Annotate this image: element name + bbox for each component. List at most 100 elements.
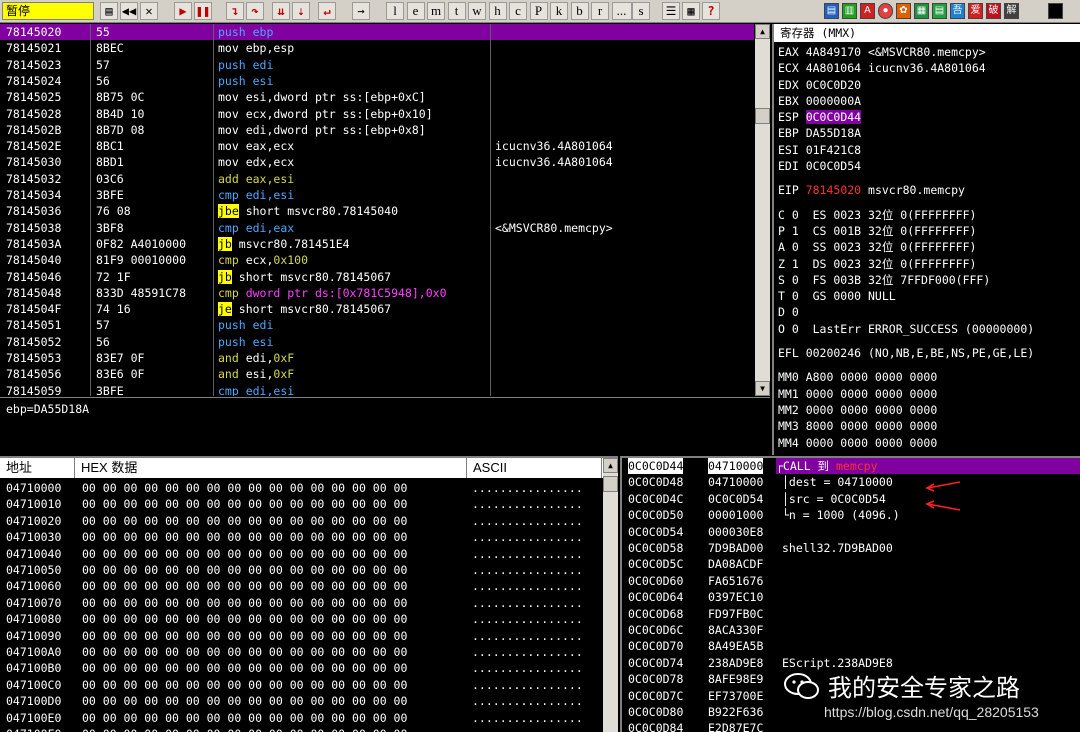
plugin-button-3[interactable]: 解 [1004,3,1019,19]
stack-row[interactable]: 0C0C0D5C DA08ACDF [622,556,1080,572]
stack-row[interactable]: 0C0C0D44 04710000 ┌CALL 到 memcpy [622,458,1080,475]
disasm-row[interactable]: 78145028 8B4D 10 mov ecx,dword ptr ss:[ebp… [0,106,754,122]
register-line[interactable]: T 0 GS 0000 NULL [778,288,1076,304]
register-line[interactable]: MM2 0000 0000 0000 0000 [778,402,1076,418]
disasm-row[interactable]: 78145048 833D 48591C78 cmp dword ptr ds:[0… [0,285,754,301]
register-line[interactable]: EBP DA55D18A [778,125,1076,141]
disassembly-pane[interactable]: 78145020 55 push ebp 78145021 8BEC mov ebp,es… [0,24,770,396]
scroll-up-icon[interactable]: ▲ [755,24,770,39]
close-icon[interactable]: ✕ [140,2,158,20]
disasm-row[interactable]: 78145021 8BEC mov ebp,esp [0,40,754,56]
trace-into-icon[interactable]: ⇊ [272,2,290,20]
stack-row[interactable]: 0C0C0D58 7D9BAD00 shell32.7D9BAD00 [622,540,1080,556]
disasm-row[interactable]: 7814502B 8B7D 08 mov edi,dword ptr ss:[ebp… [0,122,754,138]
pause-icon[interactable]: ❚❚ [194,2,212,20]
list-icon[interactable]: ☰ [662,2,680,20]
open-icon[interactable]: ▤ [100,2,118,20]
goto-icon[interactable]: → [352,2,370,20]
stack-row[interactable]: 0C0C0D54 000030E8 [622,524,1080,540]
plugin-button-2[interactable]: 破 [986,3,1001,19]
dump-header-ascii[interactable]: ASCII [467,458,602,478]
window-button-0[interactable]: l [386,2,404,20]
window-button-9[interactable]: b [570,2,589,20]
plugin-icon-2[interactable]: ▥ [842,3,857,19]
register-line[interactable] [778,199,1076,207]
window-button-7[interactable]: P [529,2,548,20]
register-line[interactable]: ECX 4A801064 icucnv36.4A801064 [778,60,1076,76]
plugin-icon-a[interactable]: A [860,3,875,19]
register-line[interactable]: EBX 0000000A [778,93,1076,109]
register-line[interactable] [778,337,1076,345]
run-icon[interactable]: ▶ [174,2,192,20]
register-line[interactable]: EAX 4A849170 <&MSVCR80.memcpy> [778,44,1076,60]
window-button-2[interactable]: m [427,2,445,20]
register-line[interactable]: O 0 LastErr ERROR_SUCCESS (00000000) [778,321,1076,337]
help-icon[interactable]: ? [702,2,720,20]
window-button-12[interactable]: s [632,2,650,20]
disasm-row[interactable]: 78145020 55 push ebp [0,24,754,41]
plugin-icon-gear[interactable]: ✿ [896,3,911,19]
scroll-thumb[interactable] [755,108,770,124]
register-line[interactable]: EFL 00200246 (NO,NB,E,BE,NS,PE,GE,LE) [778,345,1076,361]
register-line[interactable]: EDI 0C0C0D54 [778,158,1076,174]
disasm-row[interactable]: 78145023 57 push edi [0,57,754,73]
disasm-row[interactable]: 78145046 72 1F jb short msvcr80.78145067 [0,269,754,285]
disasm-row[interactable]: 78145030 8BD1 mov edx,ecx icucnv36.4A801064 [0,154,754,170]
scroll-thumb[interactable] [603,476,618,492]
plugin-icon-black[interactable] [1048,3,1063,19]
trace-over-icon[interactable]: ⇣ [292,2,310,20]
register-line[interactable]: ESP 0C0C0D44 [778,109,1076,125]
register-line[interactable]: EIP 78145020 msvcr80.memcpy [778,182,1076,198]
register-line[interactable]: S 0 FS 003B 32位 7FFDF000(FFF) [778,272,1076,288]
disasm-row[interactable]: 78145025 8B75 0C mov esi,dword ptr ss:[ebp… [0,89,754,105]
restart-icon[interactable]: ◀◀ [120,2,138,20]
disasm-row[interactable]: 78145024 56 push esi [0,73,754,89]
plugin-button-0[interactable]: 吾 [950,3,965,19]
plugin-icon-sheet[interactable]: ▤ [932,3,947,19]
plugin-icon-circle[interactable]: ● [878,3,893,19]
stack-row[interactable]: 0C0C0D50 00001000 └n = 1000 (4096.) [622,507,1080,523]
disasm-row[interactable]: 78145034 3BFE cmp edi,esi [0,187,754,203]
disasm-row[interactable]: 78145056 83E6 0F and esi,0xF [0,366,754,382]
register-line[interactable]: EDX 0C0C0D20 [778,77,1076,93]
register-line[interactable]: C 0 ES 0023 32位 0(FFFFFFFF) [778,207,1076,223]
plugin-icon-grid[interactable]: ▦ [914,3,929,19]
window-button-5[interactable]: h [488,2,507,20]
execute-till-return-icon[interactable]: ↵ [318,2,336,20]
dump-scrollbar[interactable]: ▲ [603,458,618,732]
stack-row[interactable]: 0C0C0D64 0397EC10 [622,589,1080,605]
disasm-row[interactable]: 78145036 76 08 jbe short msvcr80.78145040 [0,203,754,219]
registers-header[interactable]: 寄存器 (MMX) [774,24,1080,42]
scroll-up-icon[interactable]: ▲ [603,458,618,473]
grid-icon[interactable]: ▦ [682,2,700,20]
register-line[interactable]: MM3 8000 0000 0000 0000 [778,418,1076,434]
register-line[interactable]: Z 1 DS 0023 32位 0(FFFFFFFF) [778,256,1076,272]
window-button-6[interactable]: c [509,2,527,20]
window-button-8[interactable]: k [550,2,568,20]
disassembly-scrollbar[interactable]: ▲ ▼ [755,24,770,396]
step-over-icon[interactable]: ↷ [246,2,264,20]
stack-row[interactable]: 0C0C0D60 FA651676 [622,573,1080,589]
register-line[interactable]: P 1 CS 001B 32位 0(FFFFFFFF) [778,223,1076,239]
stack-row[interactable]: 0C0C0D48 04710000 │dest = 04710000 [622,474,1080,490]
plugin-button-1[interactable]: 爱 [968,3,983,19]
disasm-row[interactable]: 78145032 03C6 add eax,esi [0,171,754,187]
dump-header-hex[interactable]: HEX 数据 [75,458,467,478]
window-button-10[interactable]: r [591,2,609,20]
stack-row[interactable]: 0C0C0D68 FD97FB0C [622,606,1080,622]
step-into-icon[interactable]: ↴ [226,2,244,20]
dump-header-address[interactable]: 地址 [0,458,75,478]
disasm-row[interactable]: 78145040 81F9 00010000 cmp ecx,0x100 [0,252,754,268]
disasm-row[interactable]: 78145038 3BF8 cmp edi,eax <&MSVCR80.memcpy> [0,220,754,236]
disasm-row[interactable]: 78145051 57 push edi [0,317,754,333]
register-line[interactable]: MM1 0000 0000 0000 0000 [778,386,1076,402]
register-line[interactable]: MM0 A800 0000 0000 0000 [778,369,1076,385]
register-line[interactable]: D 0 [778,304,1076,320]
disasm-row[interactable]: 7814504F 74 16 je short msvcr80.78145067 [0,301,754,317]
memory-dump-pane[interactable]: 地址 HEX 数据 ASCII 04710000 00 00 00 00 00 0… [0,456,618,732]
register-line[interactable]: MM4 0000 0000 0000 0000 [778,435,1076,451]
stack-row[interactable]: 0C0C0D70 8A49EA5B [622,638,1080,654]
scroll-down-icon[interactable]: ▼ [755,381,770,396]
window-button-4[interactable]: w [468,2,486,20]
register-line[interactable] [778,361,1076,369]
